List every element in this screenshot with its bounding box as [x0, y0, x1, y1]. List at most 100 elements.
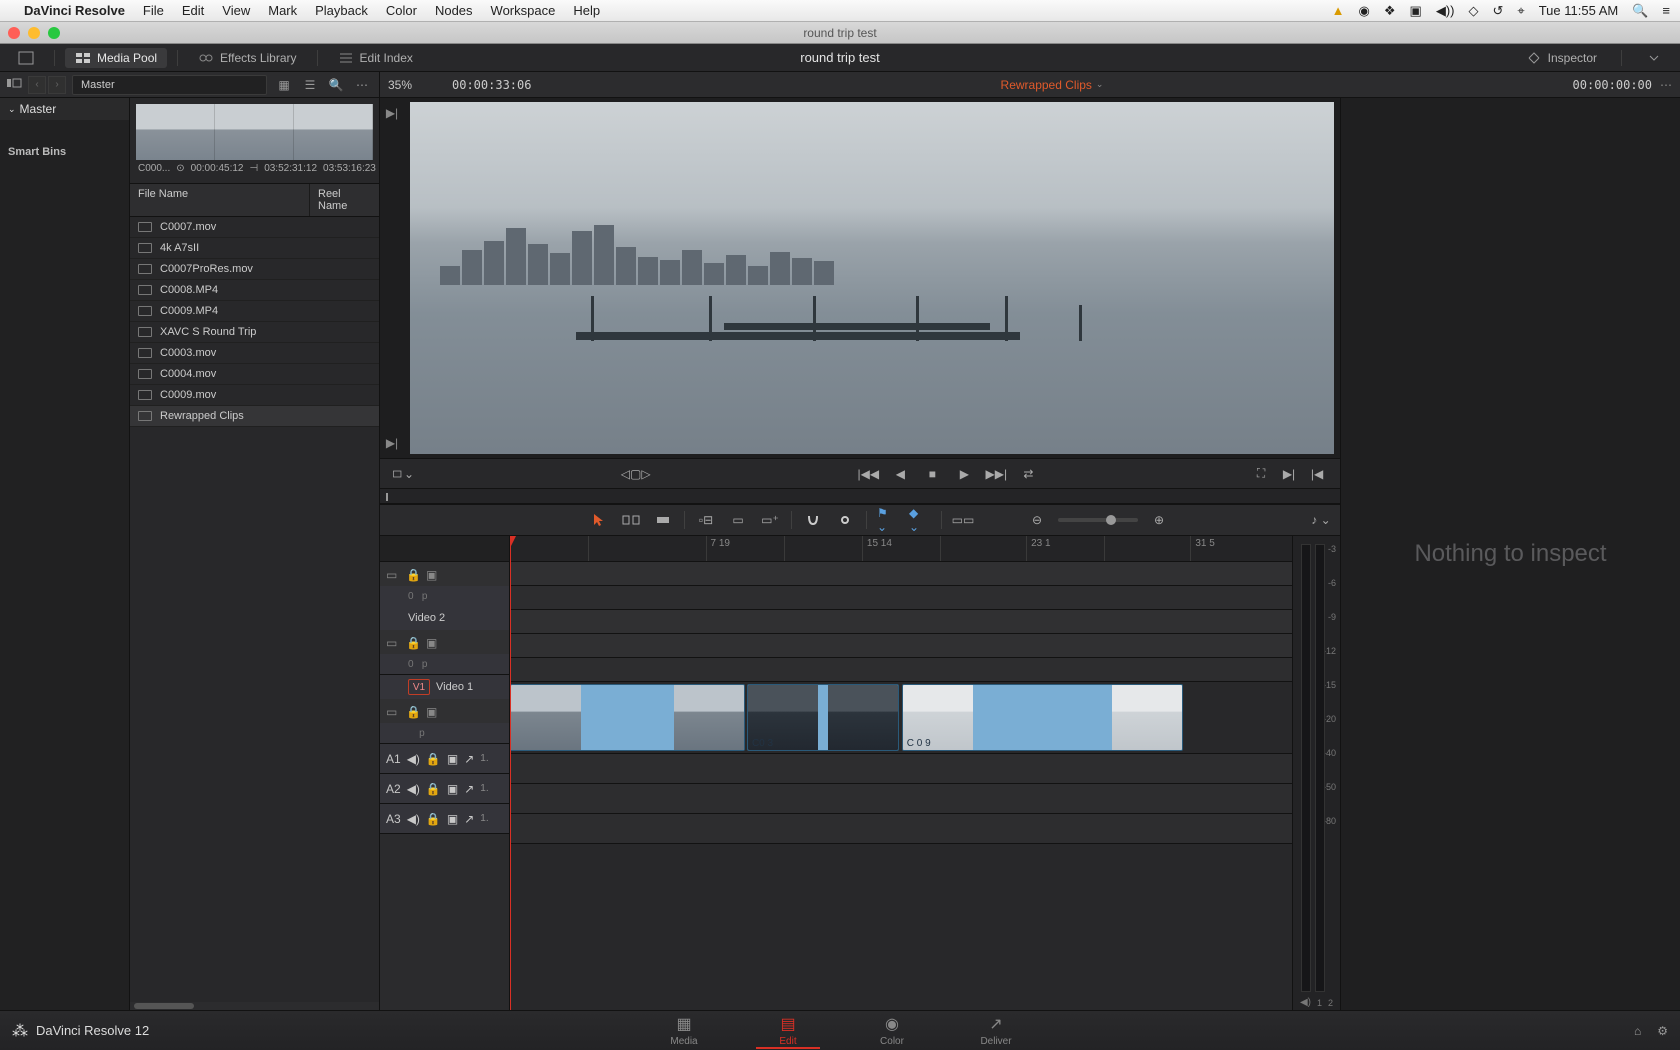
track-toggle-icon[interactable]: ▭ [386, 636, 400, 648]
menu-workspace[interactable]: Workspace [491, 3, 556, 18]
status-warn-icon[interactable]: ▲ [1332, 3, 1345, 18]
viewer-clip-title[interactable]: Rewrapped Clips ⌄ [531, 78, 1572, 92]
snap-button[interactable] [802, 510, 824, 530]
media-pool-button[interactable]: Media Pool [65, 48, 167, 68]
curve-icon[interactable]: ↗ [464, 752, 474, 766]
lock-icon[interactable]: 🔒 [406, 568, 420, 580]
lock-icon[interactable]: 🔒 [406, 636, 420, 648]
bin-view-toggle[interactable] [6, 76, 22, 93]
project-settings-button[interactable]: ⚙ [1657, 1024, 1668, 1038]
lock-icon[interactable]: 🔒 [426, 752, 441, 766]
auto-select-icon[interactable]: ▣ [447, 752, 458, 766]
track-video1[interactable]: V1 Video 1 [380, 675, 509, 699]
clip-row[interactable]: C0004.mov [130, 364, 379, 385]
notification-center-icon[interactable]: ≡ [1662, 3, 1670, 18]
zoom-slider[interactable] [1058, 518, 1138, 522]
status-timemachine-icon[interactable]: ↺ [1492, 3, 1503, 19]
nav-back-button[interactable]: ‹ [28, 76, 46, 94]
first-frame-button[interactable]: ▶| [386, 106, 398, 120]
lock-icon[interactable]: 🔒 [406, 705, 420, 717]
home-button[interactable]: ⌂ [1634, 1024, 1641, 1038]
track-toggle-icon[interactable]: ▭ [386, 705, 400, 717]
replace-clip-button[interactable]: ▭⁺ [759, 510, 781, 530]
clip-row[interactable]: C0009.MP4 [130, 301, 379, 322]
page-tab-color[interactable]: ◉Color [860, 1012, 924, 1049]
link-button[interactable] [834, 510, 856, 530]
menu-playback[interactable]: Playback [315, 3, 368, 18]
bin-breadcrumb[interactable]: Master [72, 75, 267, 95]
clip-row[interactable]: C0003.mov [130, 343, 379, 364]
layout-preset-button[interactable] [8, 48, 44, 68]
search-icon[interactable]: 🔍 [325, 76, 347, 94]
playhead[interactable] [510, 536, 511, 1010]
audio-mixer-toggle[interactable]: ♪ ⌄ [1310, 510, 1332, 530]
mute-icon[interactable]: ◀) [407, 752, 420, 766]
next-clip-button[interactable]: |◀ [1306, 464, 1328, 484]
menu-edit[interactable]: Edit [182, 3, 204, 18]
track-video2-label[interactable]: Video 2 [380, 606, 509, 630]
inspector-button[interactable]: Inspector [1516, 48, 1607, 68]
timeline-clip[interactable]: C 0 9 [902, 684, 1184, 751]
expand-button[interactable] [1636, 48, 1672, 68]
sidebar-smartbins[interactable]: Smart Bins [0, 140, 129, 164]
full-extent-button[interactable]: ⛶ [1250, 464, 1272, 484]
menu-help[interactable]: Help [573, 3, 600, 18]
close-window-button[interactable] [8, 27, 20, 39]
page-tab-deliver[interactable]: ↗Deliver [964, 1012, 1028, 1049]
step-back-button[interactable]: ◀ [889, 464, 911, 484]
list-view-icon[interactable]: ☰ [299, 76, 321, 94]
go-start-button[interactable]: |◀◀ [857, 464, 879, 484]
minimize-window-button[interactable] [28, 27, 40, 39]
viewer-options-icon[interactable]: ⋯ [1660, 78, 1672, 92]
track-audio1[interactable]: A1 ◀) 🔒 ▣ ↗ 1. [380, 744, 509, 774]
page-tab-edit[interactable]: ▤Edit [756, 1012, 820, 1049]
track-audio3[interactable]: A3 ◀)🔒▣↗ 1. [380, 804, 509, 834]
app-name[interactable]: DaVinci Resolve [24, 3, 125, 18]
edit-index-button[interactable]: Edit Index [328, 48, 423, 68]
clip-row[interactable]: C0007.mov [130, 217, 379, 238]
viewer-zoom[interactable]: 35% [388, 78, 444, 92]
timeline-view-options[interactable]: ▭▭ [952, 510, 974, 530]
prev-clip-button[interactable]: ▶| [1278, 464, 1300, 484]
clip-row[interactable]: Rewrapped Clips [130, 406, 379, 427]
status-volume-icon[interactable]: ◀)) [1436, 3, 1455, 19]
clip-row[interactable]: C0008.MP4 [130, 280, 379, 301]
overwrite-clip-button[interactable]: ▭ [727, 510, 749, 530]
insert-button[interactable]: ◁▢▷ [625, 464, 647, 484]
menu-view[interactable]: View [222, 3, 250, 18]
marker-button[interactable]: ◆ ⌄ [909, 510, 931, 530]
match-frame-button[interactable]: ⌄ [392, 464, 414, 484]
v1-dest-indicator[interactable]: V1 [408, 679, 430, 695]
menu-mark[interactable]: Mark [268, 3, 297, 18]
jog-bar[interactable] [380, 488, 1340, 504]
zoom-out-button[interactable]: ⊖ [1026, 510, 1048, 530]
status-display-icon[interactable]: ▣ [1410, 3, 1422, 19]
clip-row[interactable]: C0007ProRes.mov [130, 259, 379, 280]
menubar-clock[interactable]: Tue 11:55 AM [1539, 3, 1619, 18]
speaker-icon[interactable]: ◀) [1300, 997, 1311, 1008]
viewer-canvas[interactable] [410, 102, 1334, 454]
timeline-tracks[interactable]: 7 19 15 14 23 1 31 5 C0 3 C 0 9 [510, 536, 1292, 1010]
track-audio2[interactable]: A2 ◀)🔒▣↗ 1. [380, 774, 509, 804]
menu-nodes[interactable]: Nodes [435, 3, 473, 18]
timeline-clip[interactable]: C0 3 [747, 684, 899, 751]
insert-clip-button[interactable]: ▫⊟ [695, 510, 717, 530]
effects-library-button[interactable]: Effects Library [188, 48, 306, 68]
sidebar-master-header[interactable]: ⌄ Master [0, 98, 129, 120]
status-dropbox-icon[interactable]: ❖ [1384, 3, 1396, 19]
horizontal-scrollbar[interactable] [130, 1002, 379, 1010]
timeline-clip[interactable] [510, 684, 745, 751]
auto-select-icon[interactable]: ▣ [426, 705, 440, 717]
selection-tool[interactable] [588, 510, 610, 530]
page-tab-media[interactable]: ▦Media [652, 1012, 716, 1049]
loop-button[interactable]: ⇄ [1017, 464, 1039, 484]
zoom-in-button[interactable]: ⊕ [1148, 510, 1170, 530]
clip-row[interactable]: XAVC S Round Trip [130, 322, 379, 343]
thumbnail-view-icon[interactable]: ▦ [273, 76, 295, 94]
clip-row[interactable]: C0009.mov [130, 385, 379, 406]
track-toggle-icon[interactable]: ▭ [386, 568, 400, 580]
play-button[interactable]: ▶ [953, 464, 975, 484]
trim-tool[interactable] [620, 510, 642, 530]
auto-select-icon[interactable]: ▣ [426, 568, 440, 580]
timeline-ruler[interactable]: 7 19 15 14 23 1 31 5 [510, 536, 1292, 562]
